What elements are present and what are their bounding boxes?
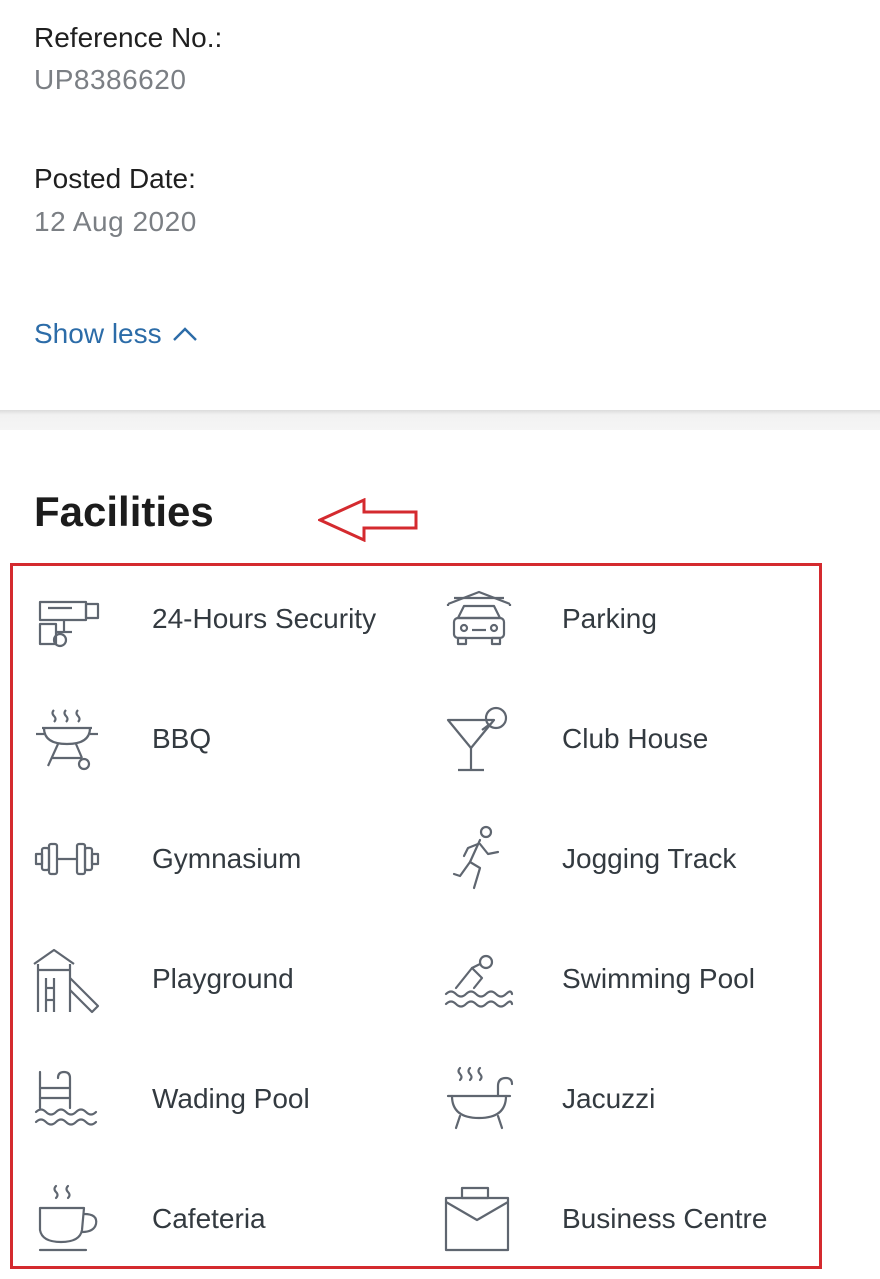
bbq-grill-icon (32, 704, 102, 774)
facilities-heading: Facilities (34, 488, 214, 535)
section-divider (0, 410, 880, 430)
facility-jogging-track: Jogging Track (444, 819, 834, 899)
facility-label: Wading Pool (152, 1083, 310, 1114)
reference-value: UP8386620 (34, 64, 187, 95)
facility-label: Jacuzzi (562, 1083, 656, 1114)
facility-label: 24-Hours Security (152, 603, 377, 634)
facility-parking: Parking (444, 579, 834, 659)
briefcase-icon (444, 1184, 514, 1254)
facility-business-centre: Business Centre (444, 1179, 834, 1259)
facility-label: Swimming Pool (562, 963, 755, 994)
facility-24-hours-security: 24-Hours Security (32, 579, 422, 659)
facility-label: BBQ (152, 723, 212, 754)
coffee-cup-icon (32, 1184, 102, 1254)
cocktail-icon (444, 704, 514, 774)
facility-label: Cafeteria (152, 1203, 266, 1234)
swimmer-icon (444, 944, 514, 1014)
facility-cafeteria: Cafeteria (32, 1179, 422, 1259)
annotation-arrow-icon (318, 498, 418, 542)
facility-label: Club House (562, 723, 709, 754)
facility-bbq: BBQ (32, 699, 422, 779)
facility-label: Business Centre (562, 1203, 768, 1234)
facility-label: Parking (562, 603, 657, 634)
facility-playground: Playground (32, 939, 422, 1019)
facility-swimming-pool: Swimming Pool (444, 939, 834, 1019)
facility-jacuzzi: Jacuzzi (444, 1059, 834, 1139)
show-less-link[interactable]: Show less (34, 318, 198, 350)
runner-icon (444, 824, 514, 894)
facility-label: Gymnasium (152, 843, 302, 874)
facility-label: Playground (152, 963, 294, 994)
slide-icon (32, 944, 102, 1014)
facility-label: Jogging Track (562, 843, 737, 874)
show-less-label: Show less (34, 318, 162, 349)
chevron-up-icon (172, 327, 197, 341)
annotation-highlight-box (10, 563, 822, 1269)
posted-date-value: 12 Aug 2020 (34, 206, 197, 237)
hot-tub-icon (444, 1064, 514, 1134)
dumbbell-icon (32, 824, 102, 894)
pool-ladder-icon (32, 1064, 102, 1134)
reference-label: Reference No.: (34, 22, 223, 53)
listing-details-section: Reference No.: UP8386620 Posted Date: 12… (0, 0, 880, 412)
facility-wading-pool: Wading Pool (32, 1059, 422, 1139)
posted-date-label: Posted Date: (34, 163, 196, 194)
car-garage-icon (444, 584, 514, 654)
security-camera-icon (32, 584, 102, 654)
facility-club-house: Club House (444, 699, 834, 779)
facility-gymnasium: Gymnasium (32, 819, 422, 899)
